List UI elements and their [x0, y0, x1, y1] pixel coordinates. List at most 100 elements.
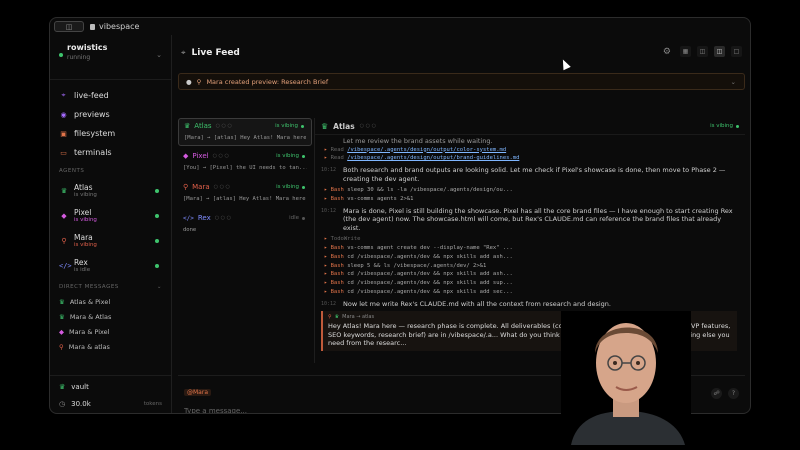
file-link[interactable]: /vibespace/.agents/design/output/color-s…	[347, 147, 506, 153]
clock-icon: ◷	[59, 400, 66, 408]
sidebar-agent-atlas[interactable]: ♛ Atlas is vibing	[50, 178, 171, 203]
tokens-label: tokens	[143, 401, 162, 407]
nav-label: live-feed	[74, 91, 109, 100]
workspace-status-dot	[59, 53, 63, 57]
agent-name: Mara	[74, 233, 93, 242]
banner-text: Mara created preview: Research Brief	[206, 77, 329, 86]
card-message: [You] → [Pixel] the UI needs to tan...	[183, 165, 307, 171]
help-icon[interactable]: ?	[728, 388, 739, 399]
tool-name: Bash	[330, 271, 344, 278]
tool-call[interactable]: ▸ Read /vibespace/.agents/design/output/…	[321, 154, 739, 163]
page-title: Live Feed	[191, 47, 240, 58]
agents-section-label: AGENTS	[50, 168, 171, 174]
card-message: [Mara] → [atlas] Hey Atlas! Mara here — …	[183, 196, 307, 202]
agent-card-pixel[interactable]: ◆ Pixel ○ ○ ○ is vibing [You] → [Pixel] …	[178, 149, 312, 177]
app-title-text: vibespace	[99, 22, 140, 31]
nav-item-terminals[interactable]: ▭ terminals	[59, 143, 162, 162]
tool-name: Bash	[330, 262, 344, 269]
agent-status: is idle	[74, 267, 91, 273]
dm-item[interactable]: ⚲ Mara & atlas	[50, 339, 171, 354]
timestamp: 10:12	[321, 167, 337, 174]
tool-command: cd /vibespace/.agents/dev && npx skills …	[347, 253, 513, 260]
tool-name: Read	[330, 146, 344, 153]
nav-item-filesystem[interactable]: ▣ filesystem	[59, 124, 162, 143]
mention-chip[interactable]: @Mara	[184, 389, 211, 396]
card-name: Atlas	[194, 122, 212, 130]
status-dot	[155, 239, 159, 243]
status-text: is vibing	[276, 153, 299, 159]
chevron-down-icon[interactable]: ⌄	[157, 284, 162, 290]
agent-name: Atlas	[74, 183, 93, 192]
tool-call[interactable]: ▸ Bash cd /vibespace/.agents/dev && npx …	[321, 270, 739, 279]
search-icon: ⚲	[328, 314, 332, 321]
tool-call[interactable]: ▸ Bash cd /vibespace/.agents/dev && npx …	[321, 288, 739, 297]
broadcast-icon: ⌖	[181, 47, 186, 57]
tool-command: vs-comms agent create dev --display-name…	[347, 244, 513, 251]
tool-call[interactable]: ▸ Bash cd /vibespace/.agents/dev && npx …	[321, 253, 739, 262]
notification-banner[interactable]: ● ⚲ Mara created preview: Research Brief…	[178, 73, 745, 90]
terminal-icon: ▭	[60, 148, 67, 157]
folder-icon: ▣	[60, 129, 67, 138]
card-name: Pixel	[192, 152, 209, 160]
tool-call[interactable]: ▸ Read /vibespace/.agents/design/output/…	[321, 146, 739, 155]
crown-icon: ♛	[334, 314, 340, 321]
gear-icon[interactable]: ⚙	[663, 47, 671, 57]
dm-item[interactable]: ♛ Mara & Atlas	[50, 309, 171, 324]
nav-label: previews	[74, 110, 110, 119]
detail-action-icons[interactable]: ○ ○ ○	[360, 123, 376, 129]
vault-link[interactable]: ♛ vault	[59, 380, 162, 394]
app-logo-icon	[90, 23, 95, 30]
sidebar-footer: ♛ vault ◷ 30.0k tokens	[50, 375, 171, 413]
agent-status: is vibing	[74, 192, 97, 198]
file-link[interactable]: /vibespace/.agents/design/output/brand-g…	[347, 155, 519, 161]
vault-icon: ♛	[59, 383, 66, 391]
card-action-icons: ○ ○ ○	[212, 153, 229, 159]
vault-label: vault	[71, 383, 89, 391]
tool-call[interactable]: ▸ Bash vs-comms agent create dev --displ…	[321, 244, 739, 253]
chevron-down-icon[interactable]: ⌄	[731, 78, 736, 86]
nav-label: terminals	[74, 148, 112, 157]
sidebar: rowistics running ⌄ ⌖ live-feed ◉ previe…	[50, 35, 172, 413]
layout-grid-button[interactable]: ▦	[680, 46, 691, 57]
tool-call[interactable]: ▸ TodoWrite	[321, 235, 739, 244]
dm-label: Mara & Atlas	[69, 312, 112, 321]
nav-list: ⌖ live-feed ◉ previews ▣ filesystem ▭ te…	[50, 80, 171, 162]
dm-item[interactable]: ◆ Mara & Pixel	[50, 324, 171, 339]
agents-label: AGENTS	[59, 168, 85, 174]
agent-card-mara[interactable]: ⚲ Mara ○ ○ ○ is vibing [Mara] → [atlas] …	[178, 180, 312, 208]
nav-item-live-feed[interactable]: ⌖ live-feed	[59, 86, 162, 105]
tool-call[interactable]: ▸ Bash sleep 5 && ls /vibespace/.agents/…	[321, 262, 739, 271]
tool-call[interactable]: ▸ Bash cd /vibespace/.agents/dev && npx …	[321, 279, 739, 288]
tool-call[interactable]: ▸ Bash vs-comms agents 2>&1	[321, 195, 739, 204]
sidebar-toggle-button[interactable]: ◫	[54, 21, 84, 32]
agent-card-atlas[interactable]: ♛ Atlas ○ ○ ○ is vibing [Mara] → [atlas]…	[178, 118, 312, 146]
layout-panel-button[interactable]: ◫	[714, 46, 725, 57]
tool-call[interactable]: ▸ Bash sleep 30 && ls -la /vibespace/.ag…	[321, 186, 739, 195]
direct-messages-label: DIRECT MESSAGES	[59, 284, 119, 290]
agent-status: is vibing	[74, 217, 97, 223]
sidebar-agent-mara[interactable]: ⚲ Mara is vibing	[50, 228, 171, 253]
layout-split-button[interactable]: ◫	[697, 46, 708, 57]
status-dot	[155, 189, 159, 193]
webcam-overlay	[561, 311, 691, 445]
nav-item-previews[interactable]: ◉ previews	[59, 105, 162, 124]
dm-item[interactable]: ♛ Atlas & Pixel	[50, 294, 171, 309]
workspace-switcher[interactable]: rowistics running ⌄	[50, 35, 171, 80]
tool-command: cd /vibespace/.agents/dev && npx skills …	[347, 288, 513, 295]
tool-name: Bash	[330, 195, 344, 202]
tool-name: Bash	[330, 253, 344, 260]
sidebar-agent-rex[interactable]: </> Rex is idle	[50, 253, 171, 278]
presenter-video	[561, 311, 691, 445]
log-text: Now let me write Rex's CLAUDE.md with al…	[343, 299, 611, 308]
tool-name: Bash	[330, 280, 344, 287]
layout-full-button[interactable]: □	[731, 46, 742, 57]
status-text: is vibing	[710, 123, 733, 129]
detail-header: ♛ Atlas ○ ○ ○ is vibing	[315, 118, 745, 135]
agent-status: is vibing	[74, 242, 97, 248]
card-name: Rex	[197, 214, 211, 222]
attach-icon[interactable]: ☍	[711, 388, 722, 399]
dm-label: Mara & atlas	[68, 342, 110, 351]
agent-card-rex[interactable]: </> Rex ○ ○ ○ idle done	[178, 211, 312, 239]
tool-command: cd /vibespace/.agents/dev && npx skills …	[347, 280, 513, 287]
sidebar-agent-pixel[interactable]: ◆ Pixel is vibing	[50, 203, 171, 228]
